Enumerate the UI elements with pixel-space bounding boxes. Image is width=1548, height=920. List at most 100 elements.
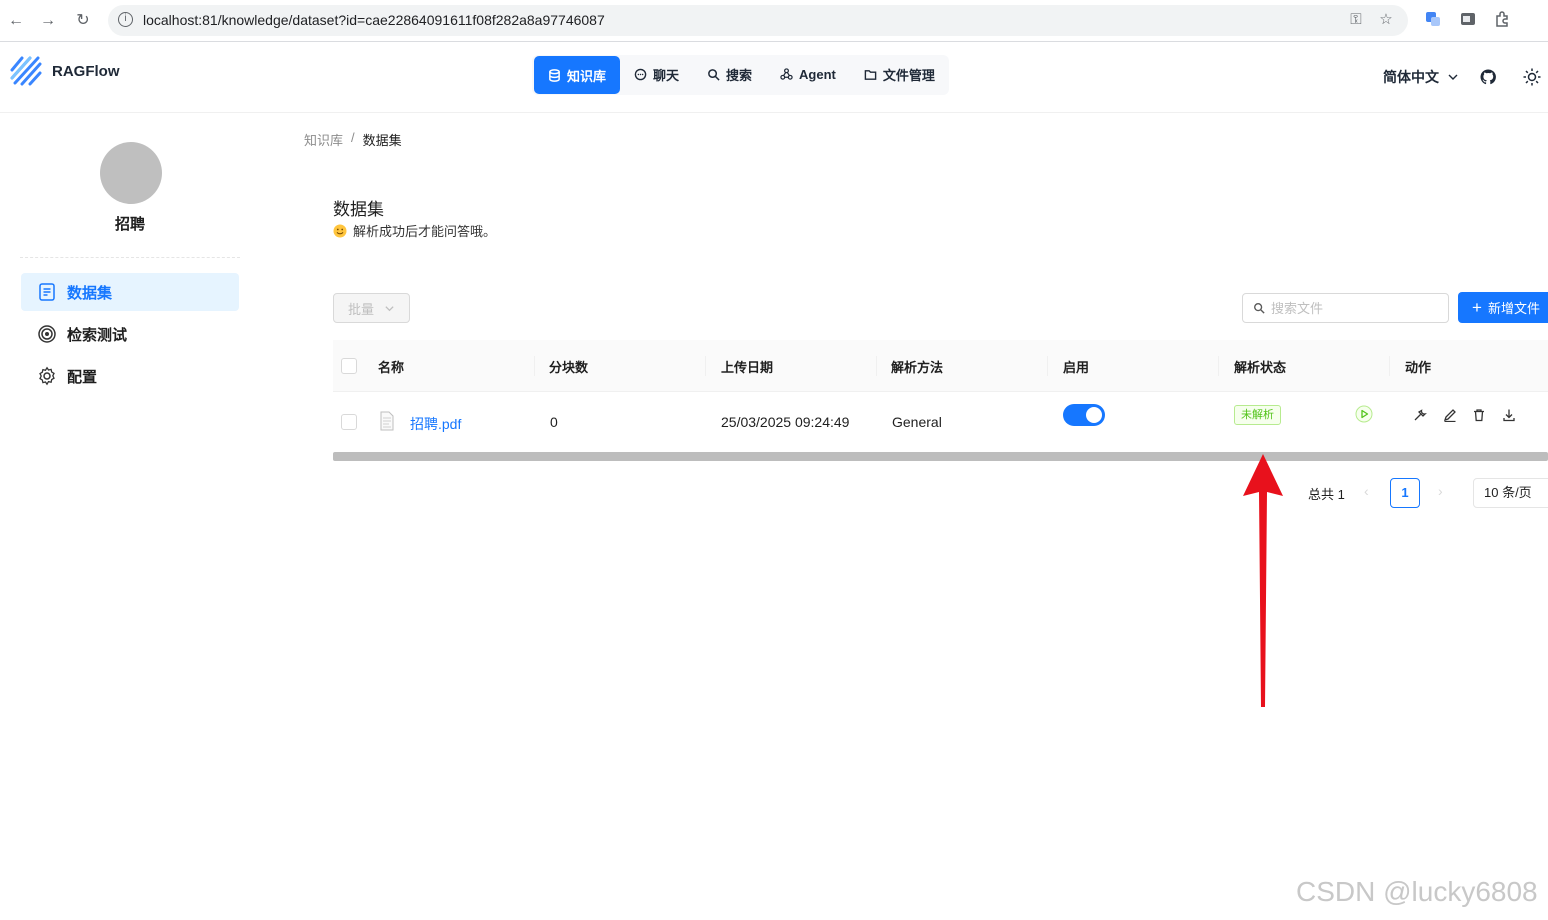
column-header-parse-method: 解析方法 <box>891 360 944 375</box>
upload-date: 25/03/2025 09:24:49 <box>721 414 850 430</box>
file-name-link[interactable]: 招聘.pdf <box>410 414 461 434</box>
total-count: 总共 1 <box>1308 487 1345 502</box>
ragflow-logo-icon <box>10 56 42 86</box>
pdf-file-icon <box>380 411 394 431</box>
plus-icon: + <box>1472 298 1482 317</box>
search-input[interactable] <box>1271 300 1441 316</box>
gear-icon <box>39 366 55 386</box>
nav-agent[interactable]: Agent <box>766 55 850 93</box>
enable-toggle[interactable] <box>1063 404 1105 426</box>
search-icon <box>1254 303 1265 314</box>
back-icon[interactable]: ← <box>6 11 26 31</box>
status-badge: 未解析 <box>1234 405 1281 425</box>
nav-label: 知识库 <box>567 68 607 84</box>
sidebar-divider <box>20 257 240 258</box>
tip-text: 解析成功后才能问答哦。 <box>353 224 497 239</box>
column-header-chunks: 分块数 <box>549 360 589 375</box>
page-size-select[interactable]: 10 条/页 <box>1473 478 1548 508</box>
reload-icon[interactable]: ↻ <box>73 11 93 31</box>
column-header-parse-status: 解析状态 <box>1234 360 1287 375</box>
page-tip: 解析成功后才能问答哦。 <box>333 221 496 240</box>
search-box <box>1242 293 1449 323</box>
file-table: 名称 分块数 上传日期 解析方法 启用 解析状态 动作 招聘.pdf 0 25/… <box>333 340 1548 452</box>
horizontal-scrollbar[interactable] <box>333 452 1548 461</box>
column-header-enabled: 启用 <box>1063 360 1090 375</box>
select-all-checkbox[interactable] <box>341 358 357 374</box>
forward-icon[interactable]: → <box>38 11 58 31</box>
download-icon[interactable] <box>1502 408 1516 422</box>
add-file-label: 新增文件 <box>1487 301 1540 316</box>
browser-toolbar: ← → ↻ i localhost:81/knowledge/dataset?i… <box>0 0 1548 42</box>
wrench-icon[interactable] <box>1413 408 1427 422</box>
url-text: localhost:81/knowledge/dataset?id=cae228… <box>143 12 605 28</box>
site-info-icon[interactable]: i <box>118 12 133 27</box>
parse-method[interactable]: General <box>892 414 942 430</box>
breadcrumb-root[interactable]: 知识库 <box>304 130 343 149</box>
address-bar[interactable]: i localhost:81/knowledge/dataset?id=cae2… <box>108 5 1408 36</box>
row-checkbox[interactable] <box>341 414 357 430</box>
language-label: 简体中文 <box>1383 69 1439 85</box>
language-select[interactable]: 简体中文 <box>1383 67 1459 87</box>
target-icon <box>38 325 56 343</box>
bulk-button[interactable]: 批量 <box>333 293 410 323</box>
sidebar-item-retrieval-test[interactable]: 检索测试 <box>21 315 239 353</box>
main-nav: 知识库 聊天 搜索 Agent 文件管理 <box>532 55 949 95</box>
nav-label: 文件管理 <box>882 67 935 83</box>
column-divider <box>534 356 535 376</box>
column-header-actions: 动作 <box>1405 360 1432 375</box>
chevron-down-icon <box>385 305 394 311</box>
avatar <box>100 142 162 204</box>
knowledge-base-name: 招聘 <box>114 216 145 233</box>
column-divider <box>876 356 877 376</box>
prev-page-icon[interactable]: ‹ <box>1364 483 1369 499</box>
sun-icon[interactable] <box>1522 67 1542 87</box>
add-file-button[interactable]: + 新增文件 <box>1458 292 1548 323</box>
delete-icon[interactable] <box>1472 408 1486 422</box>
column-header-upload-date: 上传日期 <box>721 360 774 375</box>
page-title: 数据集 <box>333 200 384 219</box>
search-icon <box>708 68 720 81</box>
sidebar-item-dataset[interactable]: 数据集 <box>21 273 239 311</box>
column-divider <box>1047 356 1048 376</box>
sidebar-item-label: 数据集 <box>67 284 113 302</box>
nav-label: 聊天 <box>653 67 680 83</box>
breadcrumb-separator: / <box>351 130 355 145</box>
agent-graph-icon <box>780 67 793 80</box>
sidebar-item-label: 检索测试 <box>67 326 128 344</box>
brand-name[interactable]: RAGFlow <box>52 63 120 80</box>
column-header-name: 名称 <box>378 360 405 375</box>
sidebar-item-label: 配置 <box>67 368 98 386</box>
annotation-arrow-icon <box>1243 454 1283 707</box>
key-icon[interactable]: ⚿ <box>1346 10 1366 30</box>
next-page-icon[interactable]: › <box>1438 483 1443 499</box>
sidebar: 招聘 数据集 检索测试 配置 <box>0 114 260 920</box>
translate-icon[interactable] <box>1423 11 1443 31</box>
document-icon <box>39 283 55 301</box>
column-divider <box>1389 356 1390 376</box>
folder-icon <box>864 69 877 80</box>
watermark: CSDN @lucky6808 <box>1296 876 1538 907</box>
nav-file-management[interactable]: 文件管理 <box>850 55 949 93</box>
nav-label: 搜索 <box>726 67 753 83</box>
extension-icon[interactable] <box>1458 11 1478 31</box>
smile-emoji-icon <box>333 224 347 237</box>
sidebar-item-settings[interactable]: 配置 <box>21 357 239 395</box>
nav-label: Agent <box>799 66 836 82</box>
github-icon[interactable] <box>1479 68 1497 86</box>
chunk-count: 0 <box>550 414 558 430</box>
nav-chat[interactable]: 聊天 <box>620 55 693 93</box>
breadcrumb: 知识库 / 数据集 <box>304 130 402 149</box>
bookmark-star-icon[interactable]: ☆ <box>1376 10 1396 30</box>
table-row[interactable]: 招聘.pdf 0 25/03/2025 09:24:49 General 未解析 <box>333 392 1548 452</box>
nav-knowledge-base[interactable]: 知识库 <box>534 56 621 94</box>
table-header: 名称 分块数 上传日期 解析方法 启用 解析状态 动作 <box>333 340 1548 392</box>
bulk-label: 批量 <box>347 301 374 317</box>
nav-search[interactable]: 搜索 <box>693 55 766 93</box>
edit-icon[interactable] <box>1443 408 1457 422</box>
chevron-down-icon <box>1448 74 1458 80</box>
column-divider <box>1218 356 1219 376</box>
play-icon[interactable] <box>1355 405 1373 423</box>
app-header: RAGFlow 知识库 聊天 搜索 Agent 文件管理 简体中文 <box>0 43 1548 113</box>
puzzle-icon[interactable] <box>1492 11 1512 31</box>
current-page-button[interactable]: 1 <box>1390 478 1420 508</box>
